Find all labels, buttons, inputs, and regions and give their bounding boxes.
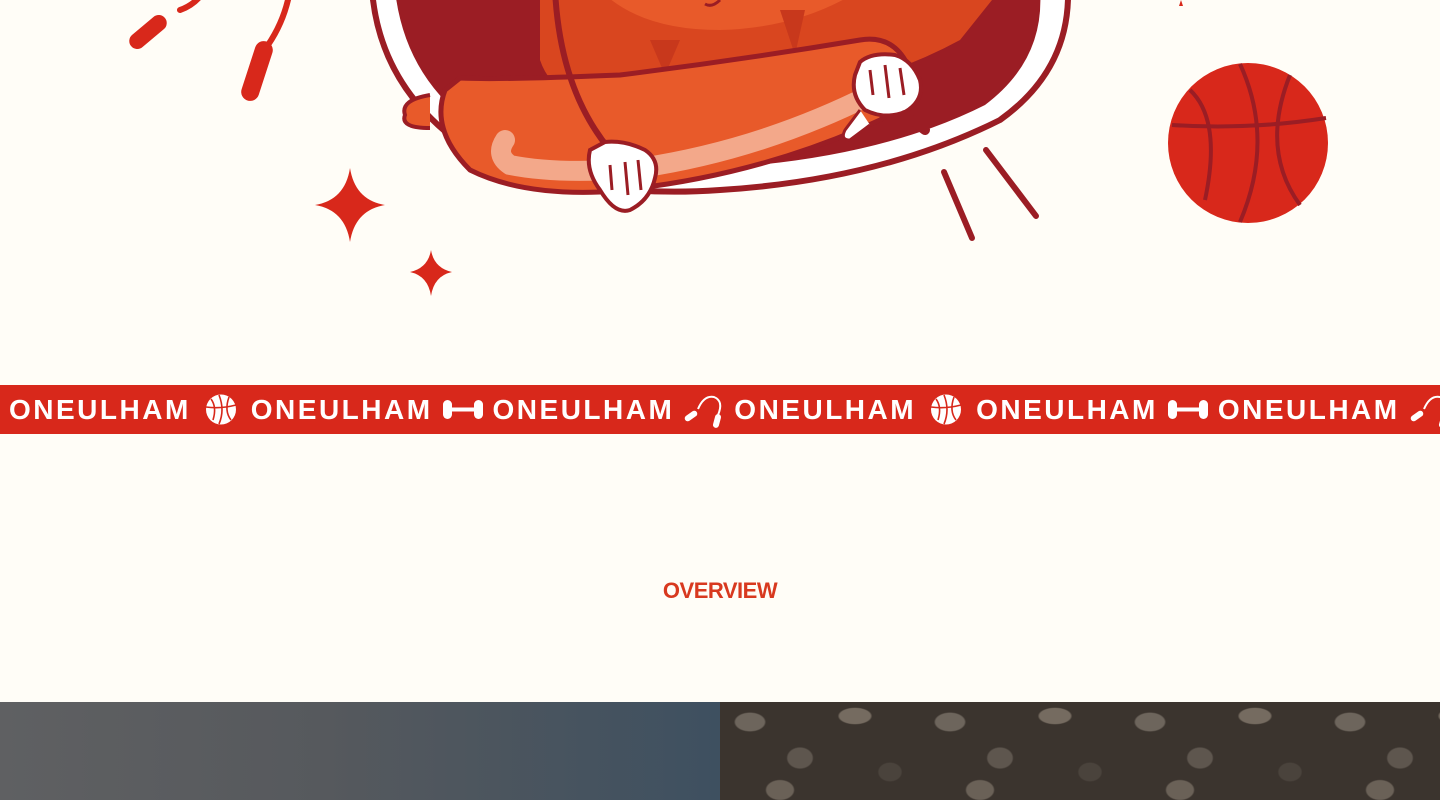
jump-rope-icon — [1400, 385, 1440, 434]
marquee-word: ONEULHAM — [9, 394, 191, 425]
jump-rope-icon — [674, 385, 734, 434]
dumbbell-icon — [1158, 385, 1218, 434]
overview-photo-right — [720, 702, 1440, 800]
jump-rope-icon — [129, 0, 292, 101]
overview-heading: OVERVIEW — [662, 578, 778, 603]
hotdog-mascot-illustration — [129, 0, 1328, 296]
brand-marquee-banner: ONEULHAM ONEULHAM ONEULHAM ONEULHAM ONEU… — [0, 385, 1440, 434]
marquee-word: ONEULHAM — [734, 394, 917, 425]
hero-section — [0, 0, 1440, 385]
dumbbell-icon — [433, 385, 493, 434]
marquee-word: ONEULHAM — [492, 394, 675, 425]
basketball-icon — [916, 385, 976, 434]
marquee-track: ONEULHAM ONEULHAM ONEULHAM ONEULHAM ONEU… — [9, 385, 1440, 434]
basketball-icon — [191, 385, 251, 434]
marquee-word: ONEULHAM — [976, 394, 1158, 425]
marquee-word: ONEULHAM — [1217, 394, 1400, 425]
marquee-word: ONEULHAM — [250, 394, 433, 425]
overview-photo-left — [0, 702, 720, 800]
basketball-icon — [1168, 63, 1328, 223]
